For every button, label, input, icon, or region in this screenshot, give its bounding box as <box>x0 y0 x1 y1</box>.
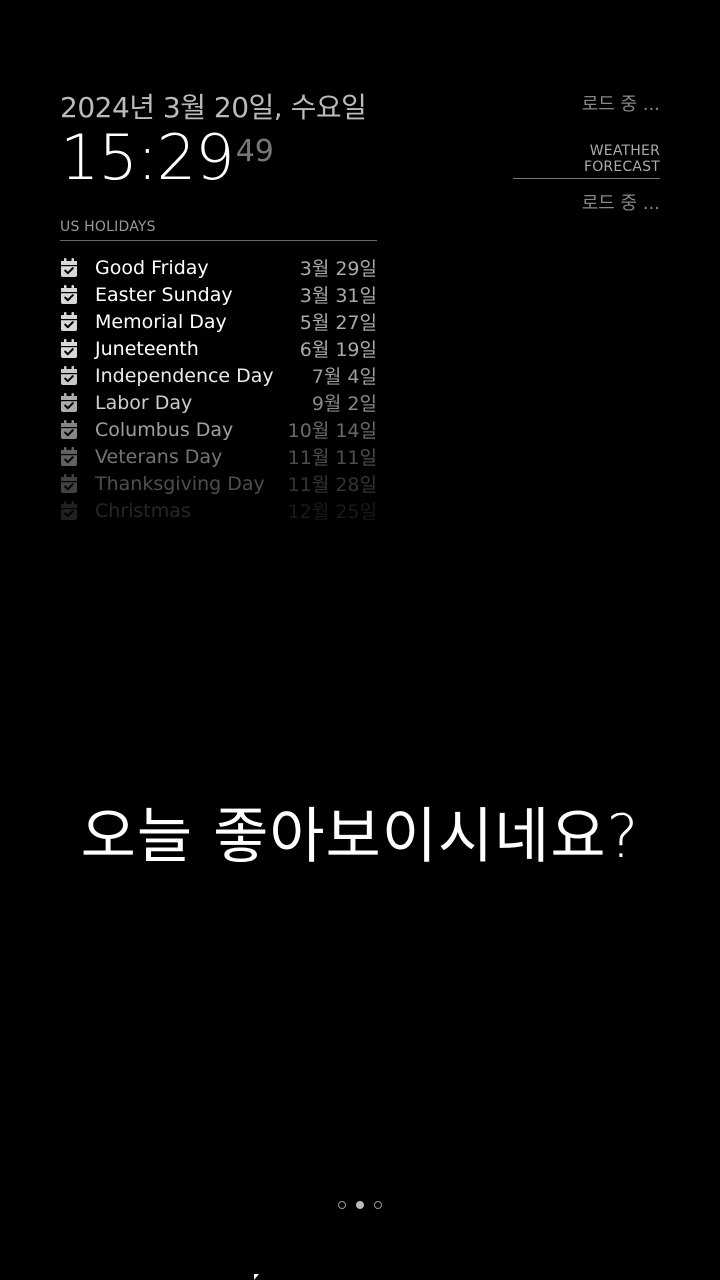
holiday-name: Independence Day <box>95 364 274 387</box>
calendar-check-icon <box>60 362 84 389</box>
holiday-date: 12월 25일 <box>287 501 377 523</box>
holiday-date: 3월 31일 <box>299 285 377 307</box>
calendar-check-icon <box>60 335 84 362</box>
holiday-row: Good Friday 3월 29일 <box>60 254 377 281</box>
holiday-row: Veterans Day 11월 11일 <box>60 443 377 470</box>
holiday-name: Columbus Day <box>95 418 234 441</box>
calendar-check-icon <box>60 443 84 470</box>
holiday-name: Thanksgiving Day <box>95 472 265 495</box>
weather-forecast-header: WEATHER FORECAST <box>513 143 660 179</box>
calendar-check-icon <box>60 308 84 335</box>
holiday-list: Good Friday 3월 29일 Easter Sunday 3월 31일 Memo… <box>60 254 377 524</box>
calendar-check-icon <box>60 470 84 497</box>
holiday-row: Easter Sunday 3월 31일 <box>60 281 377 308</box>
mirror-screen: 2024년 3월 20일, 수요일 15:2949 US HOLIDAYS Go… <box>0 0 720 1280</box>
weather-forecast-loading: 로드 중 ... <box>581 193 660 214</box>
holiday-date: 11월 11일 <box>287 447 377 469</box>
clock-module: 2024년 3월 20일, 수요일 15:2949 <box>60 90 400 204</box>
page-indicator <box>0 1201 720 1209</box>
compliment-text: 오늘 좋아보이시네요? <box>80 802 640 872</box>
holiday-date: 11월 28일 <box>287 474 377 496</box>
current-weather-loading: 로드 중 ... <box>581 94 660 115</box>
holiday-row: Memorial Day 5월 27일 <box>60 308 377 335</box>
holidays-module: US HOLIDAYS Good Friday 3월 29일 Easter Sund… <box>60 219 377 524</box>
holiday-row: Columbus Day 10월 14일 <box>60 416 377 443</box>
holiday-date: 7월 4일 <box>311 366 377 388</box>
page-dot[interactable] <box>374 1201 382 1209</box>
holiday-row: Labor Day 9월 2일 <box>60 389 377 416</box>
holiday-name: Veterans Day <box>95 445 223 468</box>
calendar-check-icon <box>60 497 84 524</box>
holiday-name: Easter Sunday <box>95 283 233 306</box>
weather-forecast-module: WEATHER FORECAST 로드 중 ... <box>513 143 660 215</box>
holiday-name: Labor Day <box>95 391 193 414</box>
holiday-row: Independence Day 7월 4일 <box>60 362 377 389</box>
clock-hours-minutes: 15:29 <box>60 121 235 194</box>
holiday-date: 9월 2일 <box>311 393 377 415</box>
holiday-row: Thanksgiving Day 11월 28일 <box>60 470 377 497</box>
calendar-check-icon <box>60 389 84 416</box>
holiday-name: Juneteenth <box>95 337 199 360</box>
clock-seconds: 49 <box>235 134 274 169</box>
holiday-date: 6월 19일 <box>299 339 377 361</box>
holiday-row: Juneteenth 6월 19일 <box>60 335 377 362</box>
mouse-cursor-icon <box>254 1274 259 1280</box>
holiday-date: 3월 29일 <box>299 258 377 280</box>
holiday-row: Christmas 12월 25일 <box>60 497 377 524</box>
clock-time: 15:2949 <box>60 127 400 204</box>
calendar-check-icon <box>60 254 84 281</box>
holiday-name: Christmas <box>95 499 191 522</box>
holiday-name: Good Friday <box>95 256 209 279</box>
holiday-date: 10월 14일 <box>287 420 377 442</box>
holiday-date: 5월 27일 <box>299 312 377 334</box>
holiday-name: Memorial Day <box>95 310 227 333</box>
page-dot[interactable] <box>356 1201 364 1209</box>
page-dot[interactable] <box>338 1201 346 1209</box>
calendar-check-icon <box>60 281 84 308</box>
holidays-header: US HOLIDAYS <box>60 219 377 241</box>
calendar-check-icon <box>60 416 84 443</box>
